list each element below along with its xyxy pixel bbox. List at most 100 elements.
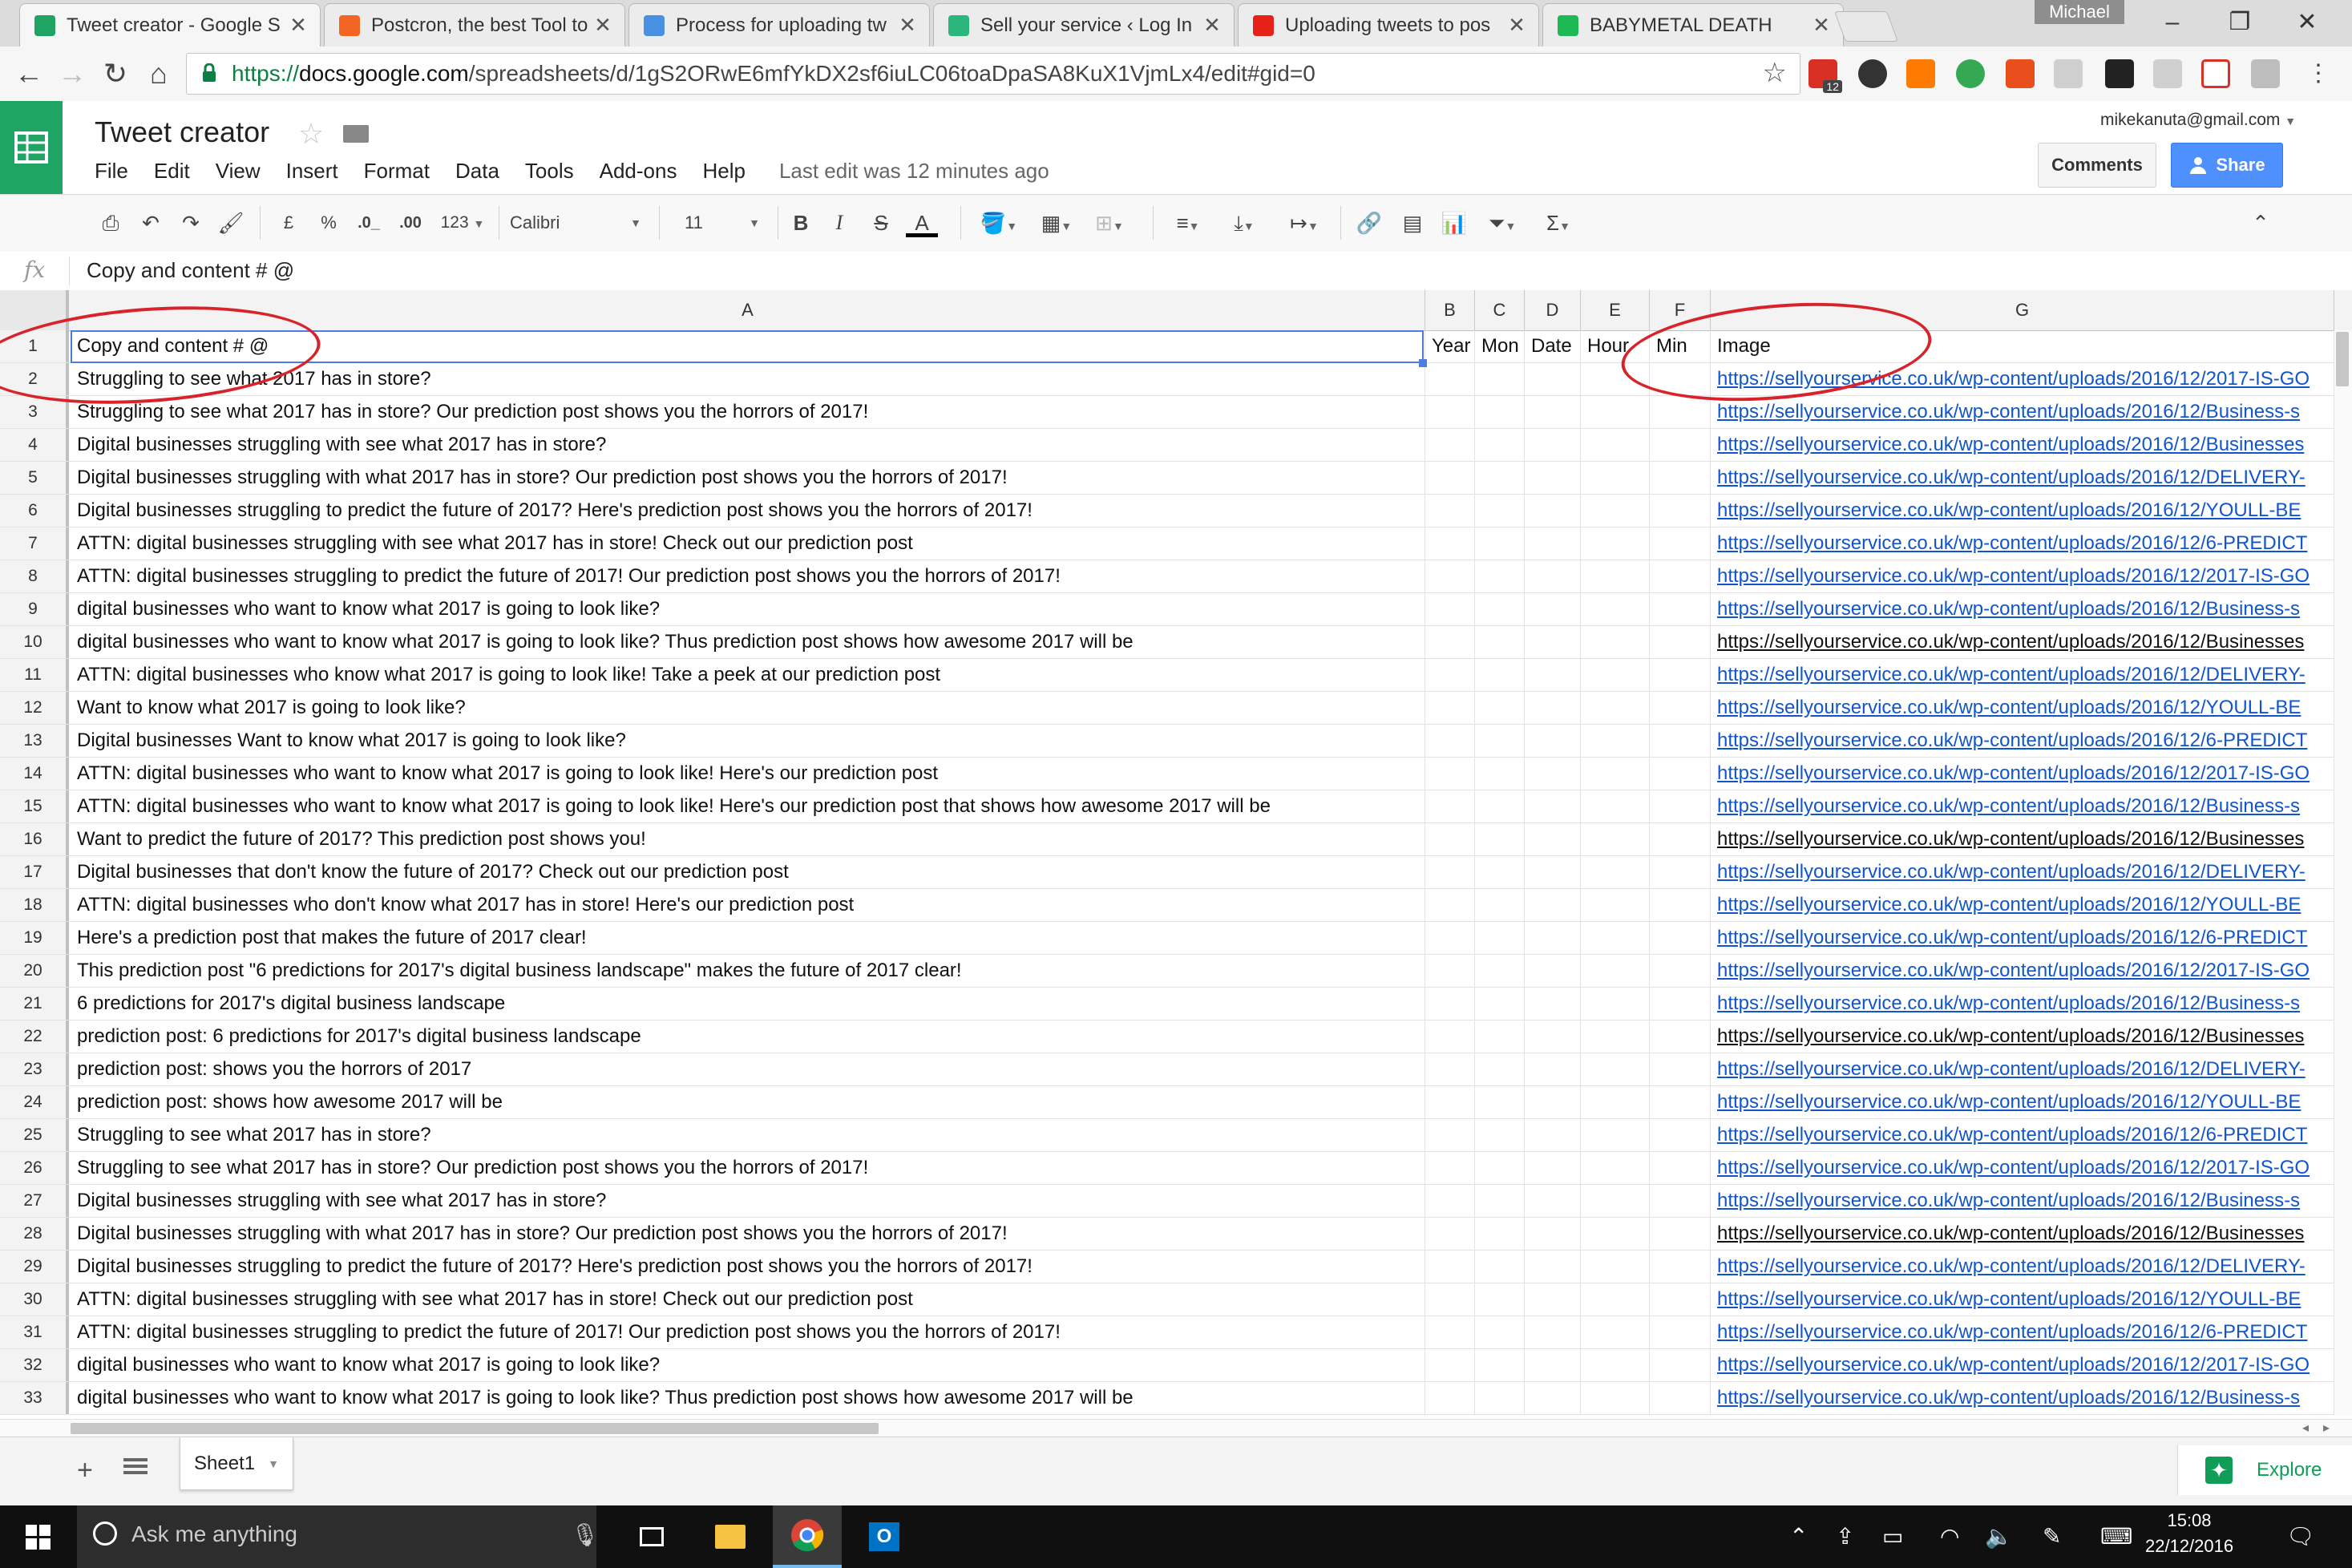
cell-g[interactable]: https://sellyourservice.co.uk/wp-content…: [1711, 823, 2334, 855]
image-url-link[interactable]: https://sellyourservice.co.uk/wp-content…: [1717, 1157, 2310, 1178]
cell-e[interactable]: [1581, 560, 1650, 592]
cell-g[interactable]: https://sellyourservice.co.uk/wp-content…: [1711, 396, 2334, 428]
new-tab-button[interactable]: [1834, 11, 1898, 42]
cell-f[interactable]: [1650, 659, 1711, 691]
cell-g[interactable]: https://sellyourservice.co.uk/wp-content…: [1711, 758, 2334, 790]
file-explorer-icon[interactable]: [696, 1505, 765, 1568]
image-url-link[interactable]: https://sellyourservice.co.uk/wp-content…: [1717, 1288, 2301, 1310]
close-window-icon[interactable]: ✕: [2283, 6, 2331, 38]
keyboard-icon[interactable]: ⌨: [2100, 1523, 2132, 1550]
cell-a[interactable]: Struggling to see what 2017 has in store…: [71, 1152, 1425, 1184]
cell-a[interactable]: prediction post: shows you the horrors o…: [71, 1053, 1425, 1085]
cell-e[interactable]: [1581, 725, 1650, 757]
cell-f[interactable]: [1650, 856, 1711, 888]
tab-close-icon[interactable]: ✕: [1505, 13, 1529, 38]
column-header-d[interactable]: D: [1525, 290, 1581, 330]
cell-c[interactable]: [1475, 1086, 1525, 1118]
cell-d[interactable]: [1525, 1218, 1581, 1250]
scroll-left-arrow-icon[interactable]: ◂: [2302, 1420, 2309, 1436]
collapse-toolbar-icon[interactable]: ⌃: [2245, 209, 2277, 236]
cell-a[interactable]: ATTN: digital businesses struggling with…: [71, 527, 1425, 560]
cell-f[interactable]: [1650, 1316, 1711, 1348]
row-number[interactable]: 28: [0, 1218, 69, 1250]
browser-tab[interactable]: BABYMETAL DEATH ✕: [1542, 3, 1844, 46]
image-url-link[interactable]: https://sellyourservice.co.uk/wp-content…: [1717, 697, 2301, 718]
cell-g[interactable]: https://sellyourservice.co.uk/wp-content…: [1711, 1349, 2334, 1381]
image-url-link[interactable]: https://sellyourservice.co.uk/wp-content…: [1717, 762, 2310, 784]
cell-c[interactable]: [1475, 560, 1525, 592]
cell-f[interactable]: [1650, 1020, 1711, 1053]
cell-g[interactable]: https://sellyourservice.co.uk/wp-content…: [1711, 790, 2334, 822]
print-icon[interactable]: ⎙: [95, 209, 127, 236]
cell-e[interactable]: [1581, 1382, 1650, 1414]
cell-c[interactable]: [1475, 1283, 1525, 1315]
cell-b[interactable]: [1425, 1053, 1475, 1085]
fill-handle[interactable]: [1419, 359, 1427, 367]
image-url-link[interactable]: https://sellyourservice.co.uk/wp-content…: [1717, 434, 2304, 455]
cell-b[interactable]: [1425, 856, 1475, 888]
cell-e[interactable]: [1581, 1316, 1650, 1348]
cell-a[interactable]: digital businesses who want to know what…: [71, 593, 1425, 625]
menu-view[interactable]: View: [216, 159, 261, 183]
cell-g[interactable]: https://sellyourservice.co.uk/wp-content…: [1711, 1316, 2334, 1348]
select-all-corner[interactable]: [0, 290, 69, 330]
cell-e[interactable]: [1581, 462, 1650, 494]
image-url-link[interactable]: https://sellyourservice.co.uk/wp-content…: [1717, 795, 2300, 817]
row-number[interactable]: 23: [0, 1053, 69, 1085]
address-bar[interactable]: https://docs.google.com/spreadsheets/d/1…: [186, 53, 1800, 95]
image-url-link[interactable]: https://sellyourservice.co.uk/wp-content…: [1717, 1190, 2300, 1211]
volume-icon[interactable]: 🔈: [1985, 1523, 2013, 1550]
horizontal-scrollbar[interactable]: ◂ ▸: [0, 1419, 2352, 1437]
cell-a[interactable]: Here's a prediction post that makes the …: [71, 922, 1425, 954]
cell-d[interactable]: [1525, 988, 1581, 1020]
cell-f[interactable]: [1650, 429, 1711, 461]
menu-tools[interactable]: Tools: [525, 159, 574, 183]
cell-c[interactable]: [1475, 758, 1525, 790]
cell-a[interactable]: digital businesses who want to know what…: [71, 1382, 1425, 1414]
cell-f[interactable]: [1650, 560, 1711, 592]
cell-a[interactable]: Digital businesses struggling with see w…: [71, 429, 1425, 461]
cell-c[interactable]: [1475, 1020, 1525, 1053]
cell-e[interactable]: [1581, 626, 1650, 658]
cell-c[interactable]: [1475, 527, 1525, 560]
cell-c[interactable]: [1475, 988, 1525, 1020]
vertical-scrollbar[interactable]: [2334, 330, 2352, 1416]
increase-decimal-button[interactable]: .00: [393, 209, 428, 236]
tab-close-icon[interactable]: ✕: [1200, 13, 1224, 38]
cell-f[interactable]: [1650, 363, 1711, 395]
cell-e[interactable]: [1581, 1086, 1650, 1118]
battery-icon[interactable]: ▭: [1882, 1523, 1903, 1550]
row-number[interactable]: 13: [0, 725, 69, 757]
currency-format-button[interactable]: £: [276, 209, 301, 236]
row-number[interactable]: 33: [0, 1382, 69, 1414]
row-number[interactable]: 3: [0, 396, 69, 428]
extension-red-icon[interactable]: 12: [1808, 59, 1842, 93]
cell-g[interactable]: https://sellyourservice.co.uk/wp-content…: [1711, 1119, 2334, 1151]
cell-d[interactable]: [1525, 1119, 1581, 1151]
cell-e[interactable]: [1581, 527, 1650, 560]
cell-b[interactable]: [1425, 1251, 1475, 1283]
cell-f[interactable]: [1650, 1382, 1711, 1414]
cell-b[interactable]: [1425, 692, 1475, 724]
cell-a[interactable]: digital businesses who want to know what…: [71, 626, 1425, 658]
cell-d[interactable]: [1525, 527, 1581, 560]
cell-b[interactable]: [1425, 462, 1475, 494]
cell-b[interactable]: [1425, 1185, 1475, 1217]
row-number[interactable]: 27: [0, 1185, 69, 1217]
cell-c[interactable]: [1475, 1218, 1525, 1250]
cell-d[interactable]: [1525, 922, 1581, 954]
cell-e[interactable]: [1581, 790, 1650, 822]
cell-g[interactable]: https://sellyourservice.co.uk/wp-content…: [1711, 1053, 2334, 1085]
cell-a[interactable]: ATTN: digital businesses who know what 2…: [71, 659, 1425, 691]
tab-close-icon[interactable]: ✕: [286, 13, 310, 38]
menu-format[interactable]: Format: [364, 159, 430, 183]
cell-f[interactable]: [1650, 1086, 1711, 1118]
cell-f[interactable]: [1650, 1218, 1711, 1250]
cell-c[interactable]: [1475, 1316, 1525, 1348]
cell-d[interactable]: [1525, 1283, 1581, 1315]
cell-f[interactable]: [1650, 1349, 1711, 1381]
cell-f[interactable]: [1650, 1283, 1711, 1315]
cell-g[interactable]: https://sellyourservice.co.uk/wp-content…: [1711, 1086, 2334, 1118]
cell-e[interactable]: [1581, 1119, 1650, 1151]
cell-b[interactable]: [1425, 1382, 1475, 1414]
